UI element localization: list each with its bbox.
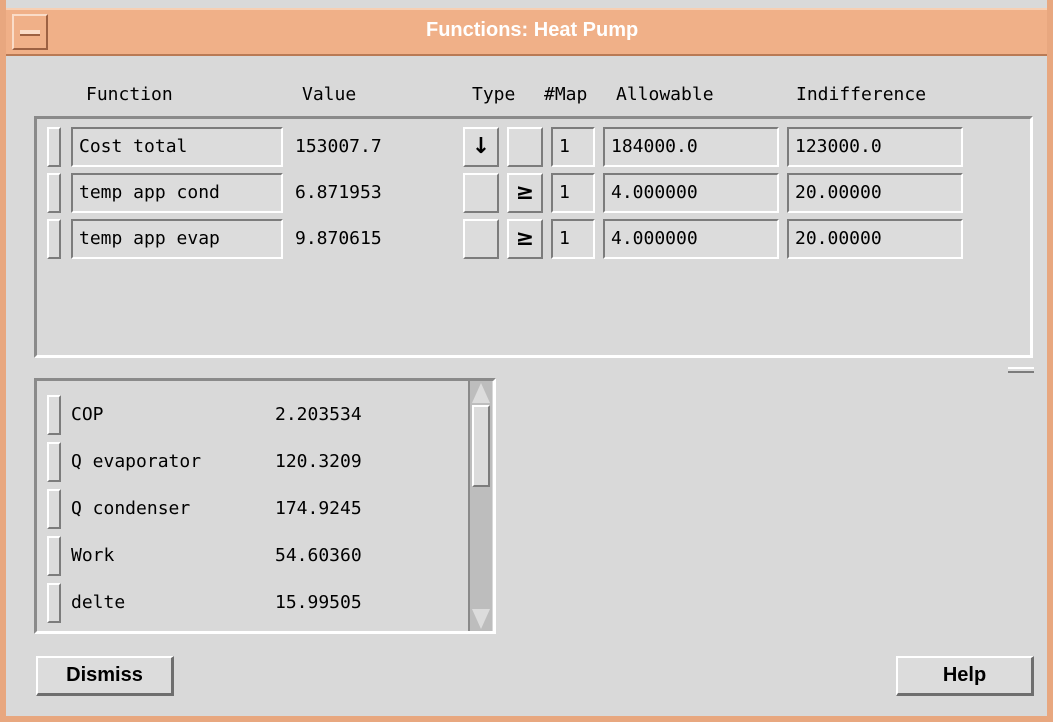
scrollbar-thumb[interactable] — [472, 405, 490, 487]
window-menu-button[interactable] — [12, 14, 48, 50]
title-bar[interactable]: Functions: Heat Pump — [6, 8, 1047, 56]
variable-select-handle[interactable] — [47, 395, 61, 435]
map-field[interactable]: 1 — [551, 219, 595, 259]
type-minimize-button[interactable] — [463, 173, 499, 213]
variable-select-handle[interactable] — [47, 536, 61, 576]
variable-value: 174.9245 — [275, 498, 362, 519]
function-row: temp app evap 9.870615 ≥ 1 4.000000 20.0… — [37, 213, 1030, 259]
dismiss-button[interactable]: Dismiss — [36, 656, 174, 696]
header-type: Type — [472, 84, 516, 105]
variable-row: COP 2.203534 — [37, 387, 467, 435]
function-name-field[interactable]: temp app evap — [71, 219, 283, 259]
type-constraint-button[interactable]: ≥ — [507, 173, 543, 213]
function-value: 9.870615 — [295, 228, 382, 249]
map-field[interactable]: 1 — [551, 127, 595, 167]
variable-select-handle[interactable] — [47, 442, 61, 482]
variable-name: Q evaporator — [71, 451, 202, 472]
type-constraint-button[interactable]: ≥ — [507, 219, 543, 259]
function-name-field[interactable]: temp app cond — [71, 173, 283, 213]
allowable-field[interactable]: 4.000000 — [603, 219, 779, 259]
indifference-field[interactable]: 20.00000 — [787, 219, 963, 259]
help-button[interactable]: Help — [896, 656, 1034, 696]
variable-name: Work — [71, 545, 115, 566]
variable-row: delte 15.99505 — [37, 575, 467, 623]
variable-name: delte — [71, 592, 126, 613]
function-row: Cost total 153007.7 ↓ 1 184000.0 123000.… — [37, 121, 1030, 167]
header-allowable: Allowable — [616, 84, 714, 105]
header-value: Value — [302, 84, 357, 105]
type-minimize-button[interactable]: ↓ — [463, 127, 499, 167]
indifference-field[interactable]: 123000.0 — [787, 127, 963, 167]
function-value: 6.871953 — [295, 182, 382, 203]
function-value: 153007.7 — [295, 136, 382, 157]
header-map: #Map — [544, 84, 588, 105]
indifference-field[interactable]: 20.00000 — [787, 173, 963, 213]
type-constraint-button[interactable] — [507, 127, 543, 167]
variable-value: 2.203534 — [275, 404, 362, 425]
variable-row: Q evaporator 120.3209 — [37, 434, 467, 482]
header-function: Function — [86, 84, 173, 105]
variable-value: 54.60360 — [275, 545, 362, 566]
variable-row: Q condenser 174.9245 — [37, 481, 467, 529]
row-select-handle[interactable] — [47, 127, 61, 167]
row-select-handle[interactable] — [47, 173, 61, 213]
row-select-handle[interactable] — [47, 219, 61, 259]
function-name-field[interactable]: Cost total — [71, 127, 283, 167]
window-title: Functions: Heat Pump — [426, 19, 639, 41]
variable-row: Work 54.60360 — [37, 528, 467, 576]
allowable-field[interactable]: 184000.0 — [603, 127, 779, 167]
function-row: temp app cond 6.871953 ≥ 1 4.000000 20.0… — [37, 167, 1030, 213]
variable-value: 15.99505 — [275, 592, 362, 613]
scroll-up-arrow-icon[interactable] — [472, 383, 490, 403]
scroll-down-arrow-icon[interactable] — [472, 609, 490, 629]
header-indifference: Indifference — [796, 84, 927, 105]
variable-name: COP — [71, 404, 104, 425]
pane-sash-handle[interactable] — [1008, 367, 1034, 373]
window-menu-icon — [20, 30, 40, 36]
type-minimize-button[interactable] — [463, 219, 499, 259]
variables-pane: COP 2.203534 Q evaporator 120.3209 Q con… — [34, 378, 496, 634]
variable-select-handle[interactable] — [47, 583, 61, 623]
variables-scrollbar[interactable] — [468, 381, 492, 631]
variable-select-handle[interactable] — [47, 489, 61, 529]
variable-value: 120.3209 — [275, 451, 362, 472]
functions-pane: Cost total 153007.7 ↓ 1 184000.0 123000.… — [34, 116, 1033, 358]
map-field[interactable]: 1 — [551, 173, 595, 213]
variable-name: Q condenser — [71, 498, 191, 519]
allowable-field[interactable]: 4.000000 — [603, 173, 779, 213]
